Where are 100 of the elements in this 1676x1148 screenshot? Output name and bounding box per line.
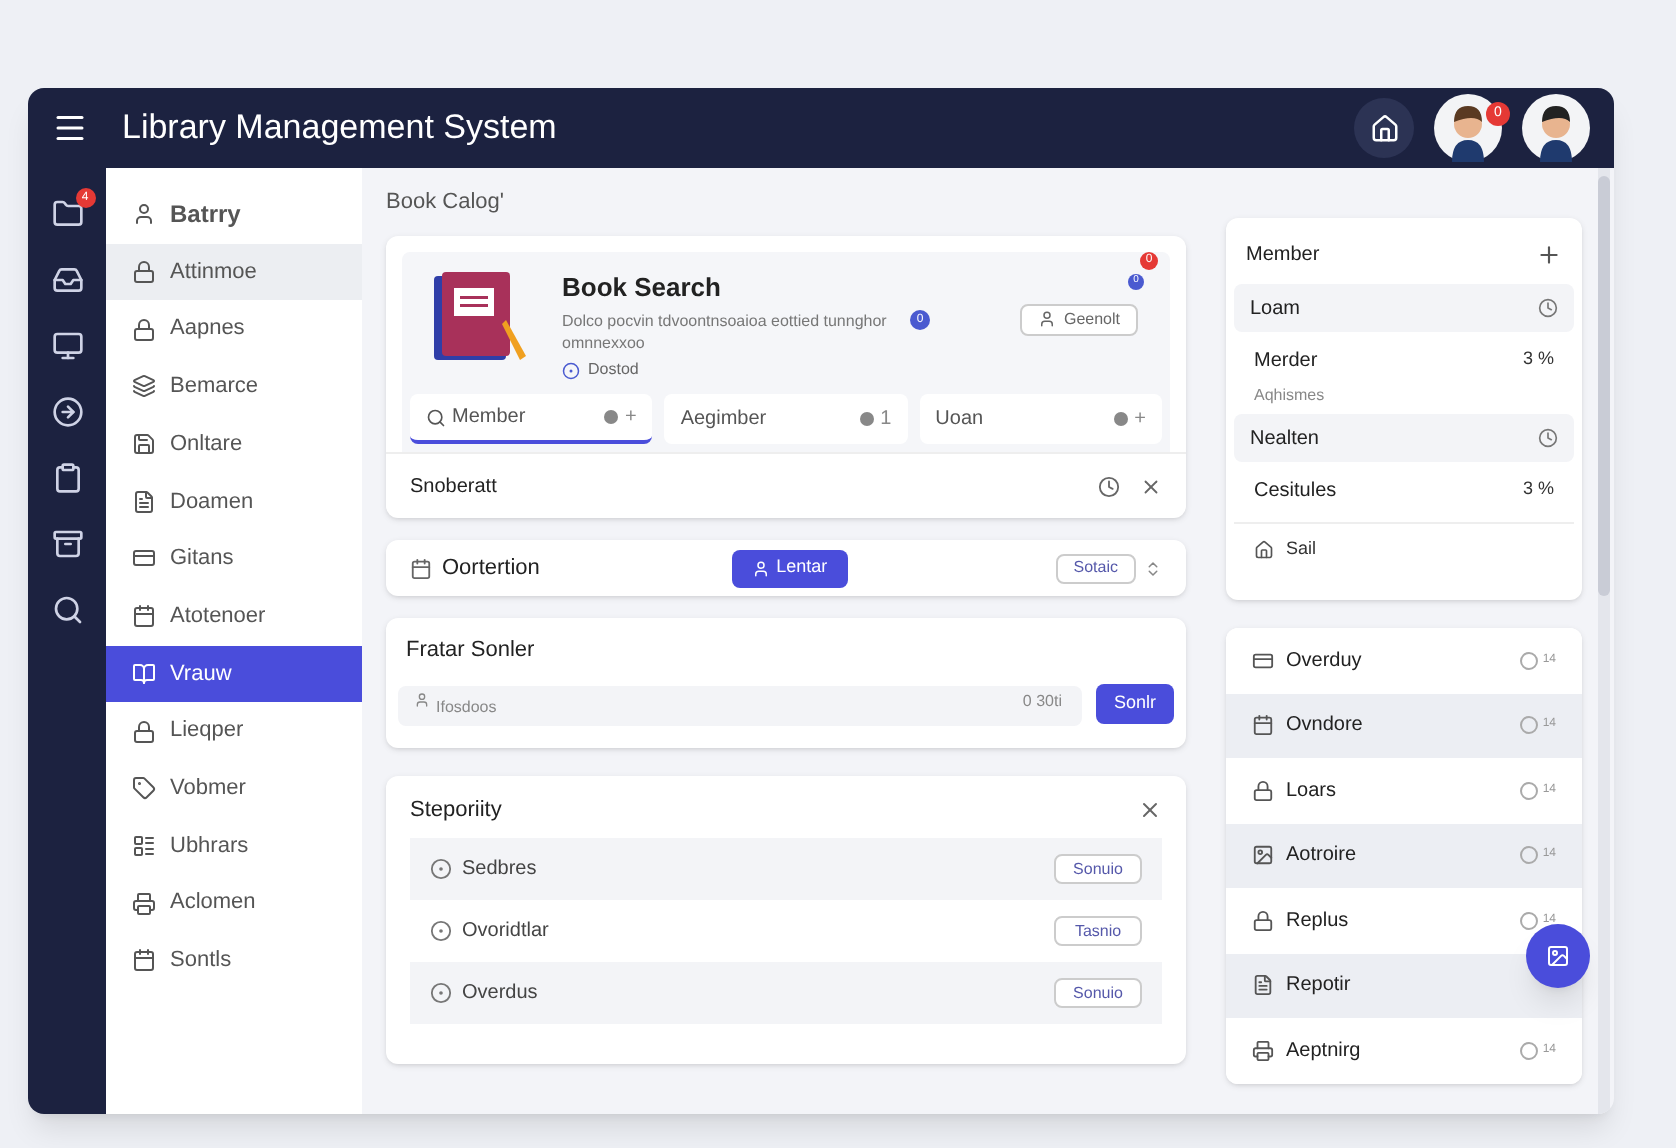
avatar-icon[interactable] — [1434, 94, 1502, 162]
status-icon — [562, 361, 580, 379]
sidebar-item[interactable]: Bemarce — [106, 358, 362, 416]
home-icon — [1369, 113, 1399, 143]
document-icon — [1252, 974, 1274, 997]
calendar-icon — [132, 948, 156, 973]
clock-icon — [1538, 428, 1558, 448]
tab[interactable]: Uoan + — [919, 394, 1162, 444]
lock-icon — [1252, 909, 1274, 932]
close-icon[interactable] — [1138, 797, 1162, 822]
status-row[interactable]: Repotir — [1226, 953, 1582, 1018]
add-icon[interactable] — [1536, 241, 1562, 267]
folder-icon[interactable] — [51, 198, 83, 230]
archive-icon[interactable] — [51, 528, 83, 560]
clock-icon — [1538, 298, 1558, 318]
member-link[interactable]: Sail — [1234, 522, 1574, 574]
list-row[interactable]: Sedbres Sonuio — [410, 838, 1162, 900]
stat-label: Merder — [1254, 347, 1318, 375]
monitor-icon[interactable] — [51, 330, 83, 362]
card-description: Dolco pocvin tdvoontnsoaioa eottied tunnghor omnnexxoo — [562, 310, 889, 354]
save-icon — [132, 432, 156, 457]
clipboard-icon[interactable] — [51, 462, 83, 494]
sidebar-item[interactable]: Sontls — [106, 931, 362, 990]
list-icon — [132, 833, 156, 858]
search-icon[interactable] — [51, 594, 83, 626]
sort-icon[interactable] — [1144, 559, 1162, 577]
section-label: Snoberatt — [410, 473, 497, 501]
secondary-button[interactable]: Sotaic — [1055, 553, 1136, 583]
arrow-circle-icon[interactable] — [51, 396, 83, 428]
lock-icon — [132, 317, 156, 342]
field-hint: 0 30ti — [1022, 689, 1062, 713]
sidebar-item[interactable]: Lieqper — [106, 702, 362, 760]
close-icon[interactable] — [1140, 475, 1162, 497]
card-icon — [1252, 649, 1274, 672]
card-title: Member — [1246, 241, 1320, 269]
inbox-icon[interactable] — [51, 264, 83, 296]
lock-icon — [1252, 779, 1274, 802]
card-icon — [132, 546, 156, 571]
printer-icon — [132, 891, 156, 916]
stat-value: 3 % — [1522, 476, 1554, 503]
calendar-icon — [132, 604, 156, 629]
stat-label: Cesitules — [1254, 477, 1337, 505]
sidebar-item[interactable]: Ubhrars — [106, 817, 362, 875]
sidebar-item[interactable]: Attinmoe — [106, 243, 362, 301]
sidebar-item[interactable]: Atotenoer — [106, 587, 362, 645]
calendar-icon — [410, 557, 432, 579]
row-button[interactable]: Tasnio — [1054, 916, 1142, 946]
card-title: Fratar Sonler — [406, 636, 537, 666]
sidebar-item[interactable]: Onltare — [106, 415, 362, 473]
card-title: Book Search — [562, 269, 723, 305]
member-row[interactable]: Loam — [1234, 284, 1574, 332]
book-icon — [132, 661, 156, 686]
lock-icon — [132, 719, 156, 744]
sidebar-item[interactable]: Doamen — [106, 472, 362, 531]
status-icon — [430, 858, 452, 880]
tab-count: 1 — [880, 406, 892, 434]
layers-icon — [132, 374, 156, 399]
clock-icon[interactable] — [1098, 475, 1120, 497]
option-label: Oortertion — [442, 553, 540, 584]
menu-icon[interactable] — [52, 110, 88, 146]
lock-icon — [132, 260, 156, 285]
stat-value: 3 % — [1522, 346, 1554, 373]
list-row[interactable]: Overdus Sonuio — [410, 962, 1162, 1024]
tab[interactable]: Member + — [410, 394, 653, 444]
status-icon — [430, 982, 452, 1004]
tab-count: + — [624, 404, 637, 432]
primary-button[interactable]: Lentar — [731, 549, 848, 587]
sidebar-item[interactable]: Vobmer — [106, 759, 362, 818]
row-button[interactable]: Sonuio — [1054, 854, 1142, 884]
status-icon — [430, 920, 452, 942]
image-icon — [1252, 844, 1274, 867]
printer-icon — [1252, 1039, 1274, 1062]
home-button[interactable] — [1354, 98, 1414, 158]
window-title: Library Management System — [122, 106, 557, 151]
list-row[interactable]: Ovoridtlar Tasnio — [410, 900, 1162, 962]
home-icon — [1254, 539, 1274, 559]
sidebar-item[interactable]: Gitans — [106, 530, 362, 588]
sidebar-item[interactable]: Aclomen — [106, 874, 362, 932]
tab-count: + — [1134, 406, 1146, 434]
image-icon — [1546, 944, 1570, 968]
user-icon — [414, 691, 430, 707]
user-button[interactable]: Geenolt — [1019, 303, 1138, 335]
sidebar-item[interactable]: Vrauw — [106, 645, 362, 703]
stat-caption: Aqhismes — [1252, 384, 1327, 408]
member-row[interactable]: Nealten — [1234, 414, 1574, 462]
sidebar-item[interactable]: Aapnes — [106, 300, 362, 359]
search-button[interactable]: Sonlr — [1096, 683, 1174, 723]
avatar-icon[interactable] — [1522, 94, 1590, 162]
tab[interactable]: Aegimber 1 — [664, 394, 908, 444]
document-icon — [132, 489, 156, 514]
calendar-icon — [1252, 714, 1274, 737]
search-icon — [426, 407, 446, 427]
sidebar-item[interactable]: Batrry — [106, 186, 362, 244]
user-icon — [752, 559, 771, 577]
row-button[interactable]: Sonuio — [1054, 978, 1142, 1008]
tag-icon — [132, 776, 156, 801]
status-text: Dostod — [588, 358, 639, 382]
card-title: Steporiity — [410, 795, 502, 825]
scrollbar-thumb[interactable] — [1598, 176, 1610, 596]
breadcrumb: Book Calog' — [386, 188, 506, 218]
